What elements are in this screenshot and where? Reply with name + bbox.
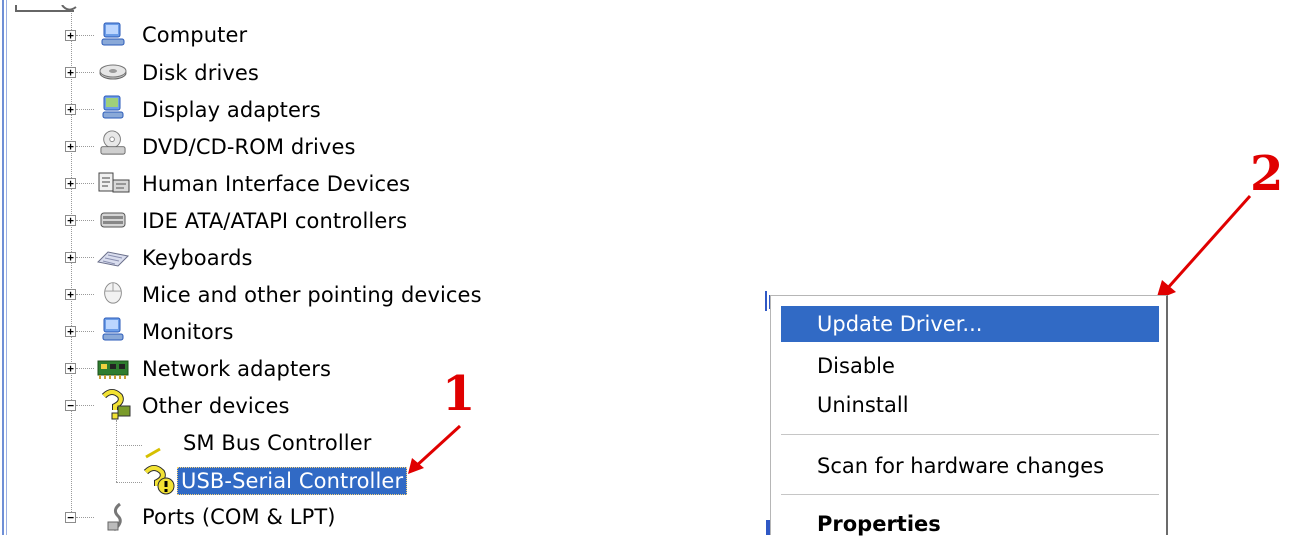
menu-item-update-driver[interactable]: Update Driver... (781, 306, 1159, 342)
tree-item-label: Other devices (142, 394, 290, 418)
monitor-icon (102, 317, 124, 341)
port-icon (107, 502, 122, 532)
tree-item-label: SM Bus Controller (183, 431, 372, 455)
tree-item-label: IDE ATA/ATAPI controllers (142, 209, 408, 233)
menu-item-label: Uninstall (817, 393, 909, 417)
menu-item-disable[interactable]: Disable (781, 348, 1159, 384)
disk-drive-icon (99, 64, 127, 80)
tree-item-label: Monitors (142, 320, 234, 344)
tree-item-label: USB-Serial Controller (177, 467, 408, 495)
tree-item-usb-serial-controller[interactable]: USB-Serial Controller (0, 462, 420, 498)
expand-toggle[interactable]: + (65, 215, 76, 226)
tree-item-other-devices[interactable]: − Other devices (0, 388, 320, 424)
collapse-toggle[interactable]: − (65, 400, 76, 411)
tree-item-monitors[interactable]: + Monitors (0, 314, 260, 350)
collapse-toggle[interactable]: − (65, 512, 76, 523)
tree-item-mice[interactable]: + Mice and other pointing devices (0, 277, 500, 313)
context-menu: Update Driver... Disable Uninstall Scan … (770, 295, 1168, 536)
tree-item-ide-controllers[interactable]: + IDE ATA/ATAPI controllers (0, 203, 440, 239)
expand-toggle[interactable]: + (65, 178, 76, 189)
annotation-arrow-2 (1156, 195, 1252, 300)
tree-item-label: Network adapters (142, 357, 332, 381)
menu-item-label: Disable (817, 354, 895, 378)
tree-item-display-adapters[interactable]: + Display adapters (0, 92, 330, 128)
tree-item-label: Keyboards (142, 246, 253, 270)
expand-toggle[interactable]: + (65, 104, 76, 115)
dvd-drive-icon (100, 130, 126, 155)
expand-toggle[interactable]: + (65, 141, 76, 152)
tree-item-dvd-drives[interactable]: + DVD/CD-ROM drives (0, 129, 370, 165)
mouse-icon (104, 282, 122, 304)
warning-device-icon (143, 465, 175, 495)
tree-item-label: Ports (COM & LPT) (142, 505, 336, 529)
menu-item-properties[interactable]: Properties (781, 506, 1159, 542)
menu-item-scan-hardware[interactable]: Scan for hardware changes (781, 448, 1159, 484)
menu-item-uninstall[interactable]: Uninstall (781, 387, 1159, 423)
network-adapter-icon (97, 360, 129, 379)
expand-toggle[interactable]: + (65, 30, 76, 41)
menu-separator (781, 494, 1159, 495)
annotation-arrow-1 (408, 424, 462, 474)
display-adapter-icon (102, 95, 124, 119)
tree-item-network-adapters[interactable]: + Network adapters (0, 351, 360, 387)
tree-item-keyboards[interactable]: + Keyboards (0, 240, 270, 276)
tree-item-computer[interactable]: + Computer (0, 18, 260, 54)
menu-item-label: Scan for hardware changes (817, 454, 1105, 478)
expand-toggle[interactable]: + (65, 363, 76, 374)
computer-root-icon (15, 4, 77, 12)
menu-separator (781, 434, 1159, 435)
expand-toggle[interactable]: + (65, 326, 76, 337)
tree-item-ports[interactable]: − Ports (COM & LPT) (0, 500, 360, 536)
tree-item-partial (14, 0, 84, 12)
tree-item-sm-bus-controller[interactable]: SM Bus Controller (0, 425, 400, 461)
hid-icon (98, 172, 130, 193)
warning-device-icon (145, 447, 161, 459)
tree-item-label: Mice and other pointing devices (142, 283, 482, 307)
ide-controller-icon (100, 212, 126, 228)
computer-icon (101, 22, 125, 46)
unknown-device-icon (101, 389, 131, 420)
tree-item-label: Disk drives (142, 61, 259, 85)
tree-item-label: Display adapters (142, 98, 321, 122)
annotation-number-1: 1 (442, 366, 476, 422)
tree-item-human-interface-devices[interactable]: + Human Interface Devices (0, 166, 420, 202)
tree-item-label: DVD/CD-ROM drives (142, 135, 356, 159)
expand-toggle[interactable]: + (65, 289, 76, 300)
tree-item-label: Computer (142, 23, 248, 47)
expand-toggle[interactable]: + (65, 252, 76, 263)
menu-item-label: Properties (817, 512, 941, 536)
tree-item-label: Human Interface Devices (142, 172, 411, 196)
menu-item-label: Update Driver... (817, 312, 983, 336)
keyboard-icon (96, 251, 130, 267)
device-manager-tree: + Computer + Disk drives + Display adapt… (0, 0, 560, 535)
expand-toggle[interactable]: + (65, 67, 76, 78)
tree-item-disk-drives[interactable]: + Disk drives (0, 55, 270, 91)
